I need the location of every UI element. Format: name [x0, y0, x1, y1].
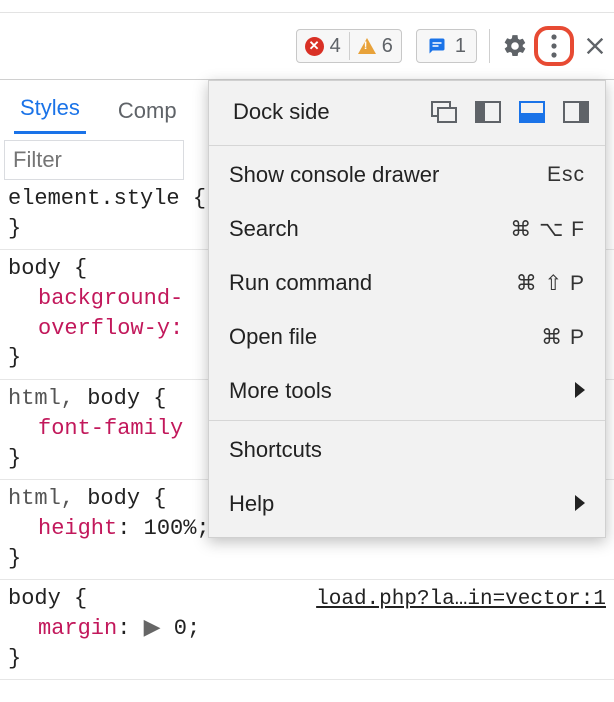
close-icon[interactable]	[584, 35, 606, 57]
selector-text: element.style {	[8, 186, 206, 211]
menu-shortcut: Esc	[547, 163, 585, 187]
css-property: height	[38, 516, 117, 541]
selector-text: html,	[8, 386, 74, 411]
menu-shortcut: ⌘ ⇧ P	[516, 271, 585, 296]
dock-undock-icon[interactable]	[431, 101, 457, 123]
menu-label: More tools	[229, 378, 332, 404]
menu-label: Show console drawer	[229, 162, 439, 188]
menu-search[interactable]: Search ⌘ ⌥ F	[209, 202, 605, 256]
vertical-dots-icon	[551, 34, 557, 58]
dock-right-icon[interactable]	[563, 101, 589, 123]
more-options-menu: Dock side Show console drawer Esc Search…	[208, 80, 606, 538]
error-count: 4	[330, 35, 341, 58]
chevron-right-icon	[573, 491, 585, 517]
source-link[interactable]: load.php?la…in=vector:1	[316, 586, 606, 614]
css-value: 0;	[174, 616, 200, 641]
menu-label: Run command	[229, 270, 372, 296]
error-icon: ✕	[305, 37, 324, 56]
menu-more-tools[interactable]: More tools	[209, 364, 605, 418]
dock-bottom-icon[interactable]	[519, 101, 545, 123]
menu-label: Dock side	[233, 99, 330, 125]
rule-body-2[interactable]: load.php?la…in=vector:1 body { margin: ▶…	[0, 580, 614, 680]
devtools-toolbar: ✕ 4 ! 6 1	[0, 12, 614, 80]
menu-shortcut: ⌘ P	[541, 325, 585, 350]
menu-help[interactable]: Help	[209, 477, 605, 531]
menu-label: Open file	[229, 324, 317, 350]
menu-show-console-drawer[interactable]: Show console drawer Esc	[209, 148, 605, 202]
chevron-right-icon	[573, 378, 585, 404]
css-property: background-	[38, 286, 183, 311]
menu-dock-side: Dock side	[209, 81, 605, 143]
selector-text: html,	[8, 486, 74, 511]
brace-close: }	[8, 544, 606, 574]
menu-shortcut: ⌘ ⌥ F	[510, 217, 585, 242]
more-options-button[interactable]	[534, 26, 574, 66]
menu-shortcuts[interactable]: Shortcuts	[209, 423, 605, 477]
messages-count: 1	[455, 35, 466, 58]
filter-input[interactable]	[4, 140, 184, 180]
gear-icon[interactable]	[502, 33, 528, 59]
tab-styles[interactable]: Styles	[14, 85, 86, 134]
brace-close: }	[8, 644, 606, 674]
dock-left-icon[interactable]	[475, 101, 501, 123]
menu-label: Shortcuts	[229, 437, 322, 463]
css-property: font-family	[38, 416, 183, 441]
warning-count: 6	[382, 35, 393, 58]
expand-toggle-icon[interactable]: ▶	[144, 616, 174, 641]
warning-icon: !	[358, 38, 376, 54]
tab-computed[interactable]: Comp	[112, 88, 183, 134]
menu-open-file[interactable]: Open file ⌘ P	[209, 310, 605, 364]
css-property: overflow-y:	[38, 316, 183, 341]
menu-run-command[interactable]: Run command ⌘ ⇧ P	[209, 256, 605, 310]
messages-pill[interactable]: 1	[416, 29, 477, 63]
chat-icon	[427, 37, 447, 55]
selector-text: body {	[74, 386, 166, 411]
selector-text: body {	[74, 486, 166, 511]
issues-pill[interactable]: ✕ 4 ! 6	[296, 29, 402, 63]
css-value: : 100%;	[117, 516, 209, 541]
menu-label: Search	[229, 216, 299, 242]
menu-label: Help	[229, 491, 274, 517]
css-property: margin	[38, 616, 117, 641]
